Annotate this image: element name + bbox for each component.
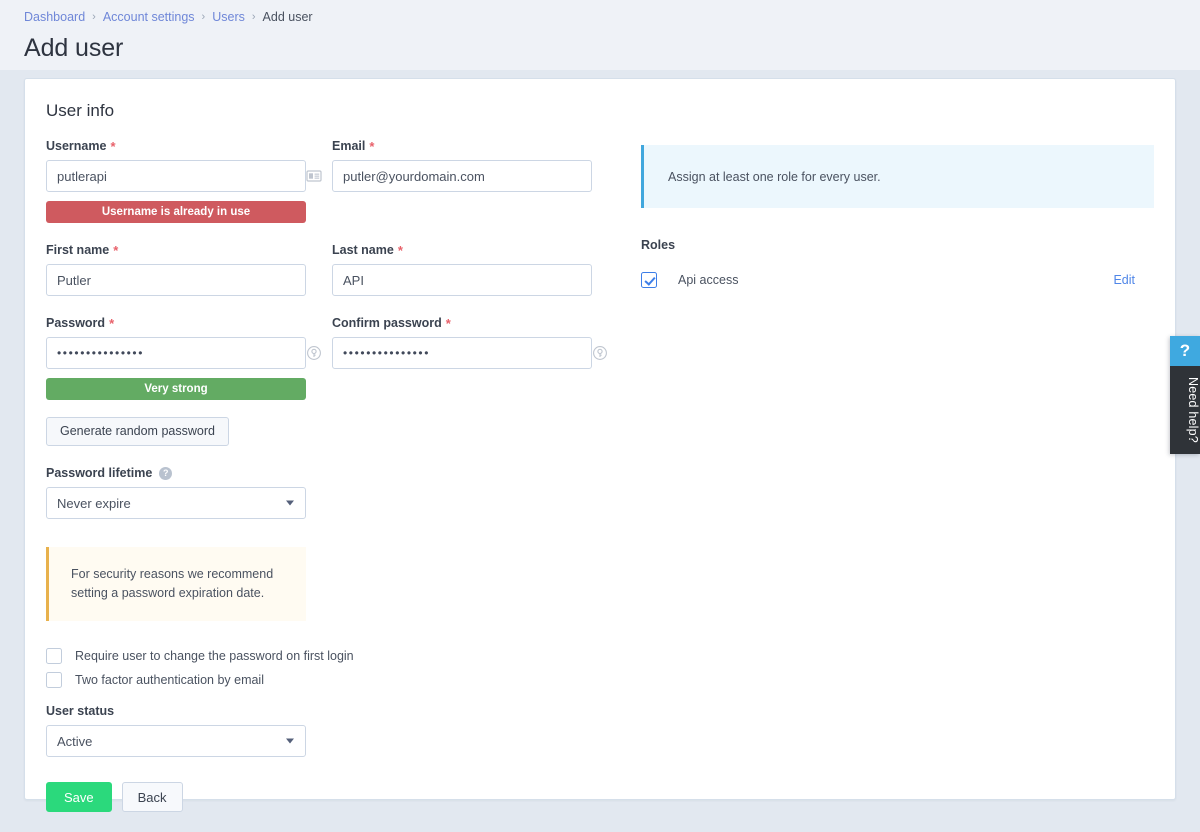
first-name-label: First name *	[46, 243, 331, 257]
checkbox-label: Two factor authentication by email	[75, 673, 264, 687]
breadcrumb-separator-icon: ›	[251, 11, 256, 23]
form-actions: Save Back	[25, 757, 1175, 812]
required-asterisk: *	[397, 242, 403, 258]
generate-key-icon[interactable]	[306, 345, 322, 361]
last-name-input[interactable]: API	[332, 264, 592, 296]
last-name-field-group: Last name * API	[332, 243, 617, 296]
page-title: Add user	[24, 34, 124, 62]
contact-card-icon[interactable]	[306, 168, 322, 184]
user-status-label-text: User status	[46, 704, 115, 718]
first-name-label-text: First name	[46, 243, 110, 257]
password-input[interactable]: •••••••••••••••	[46, 337, 306, 369]
confirm-password-input-wrap: •••••••••••••••	[332, 337, 617, 369]
password-field-group: Password * ••••••••••••••• Very strong	[46, 316, 331, 400]
confirm-password-input[interactable]: •••••••••••••••	[332, 337, 592, 369]
username-label: Username *	[46, 139, 331, 153]
password-lifetime-label: Password lifetime ?	[46, 466, 331, 480]
breadcrumb-item-add-user: Add user	[262, 10, 313, 24]
email-input[interactable]: putler@yourdomain.com	[332, 160, 592, 192]
back-button[interactable]: Back	[121, 782, 183, 812]
confirm-password-label: Confirm password *	[332, 316, 617, 330]
confirm-password-field-group: Confirm password * •••••••••••••••	[332, 316, 617, 369]
two-factor-auth-checkbox[interactable]	[46, 672, 62, 688]
breadcrumb: Dashboard › Account settings › Users › A…	[24, 8, 1200, 26]
roles-panel: Assign at least one role for every user.…	[617, 139, 1154, 757]
required-asterisk: *	[369, 138, 375, 154]
breadcrumb-item-account-settings[interactable]: Account settings	[103, 8, 195, 26]
required-asterisk: *	[110, 138, 116, 154]
username-error-banner: Username is already in use	[46, 201, 306, 223]
breadcrumb-separator-icon: ›	[201, 11, 206, 23]
role-name-label: Api access	[678, 273, 739, 287]
question-mark-icon[interactable]: ?	[1170, 336, 1200, 366]
email-label: Email *	[332, 139, 617, 153]
password-lifetime-select[interactable]: Never expire	[46, 487, 306, 519]
checkbox-label: Require user to change the password on f…	[75, 649, 354, 663]
password-lifetime-field-group: Password lifetime ? Never expire	[46, 466, 331, 519]
password-lifetime-value: Never expire	[57, 495, 131, 511]
role-list-item: Api access Edit	[641, 272, 1154, 288]
first-name-field-group: First name * Putler	[46, 243, 331, 296]
last-name-label-text: Last name	[332, 243, 394, 257]
user-status-select[interactable]: Active	[46, 725, 306, 757]
password-lifetime-label-text: Password lifetime	[46, 466, 153, 480]
user-form: Username * putlerapi Username is already…	[25, 121, 1175, 757]
require-password-change-checkbox[interactable]	[46, 648, 62, 664]
last-name-label: Last name *	[332, 243, 617, 257]
user-status-value: Active	[57, 733, 93, 749]
password-input-wrap: •••••••••••••••	[46, 337, 331, 369]
password-label: Password *	[46, 316, 331, 330]
username-field-group: Username * putlerapi Username is already…	[46, 139, 331, 223]
save-button[interactable]: Save	[46, 782, 112, 812]
required-asterisk: *	[113, 242, 119, 258]
user-status-label: User status	[46, 704, 331, 718]
security-notice-callout: For security reasons we recommend settin…	[46, 547, 306, 621]
roles-info-callout: Assign at least one role for every user.	[641, 145, 1154, 208]
roles-heading: Roles	[641, 238, 676, 252]
breadcrumb-separator-icon: ›	[92, 11, 96, 23]
breadcrumb-item-dashboard[interactable]: Dashboard	[24, 8, 85, 26]
username-input[interactable]: putlerapi	[46, 160, 306, 192]
email-field-group: Email * putler@yourdomain.com	[332, 139, 617, 192]
first-name-input[interactable]: Putler	[46, 264, 306, 296]
confirm-password-label-text: Confirm password	[332, 316, 442, 330]
generate-random-password-button[interactable]: Generate random password	[46, 417, 229, 446]
card-title: User info	[46, 101, 115, 120]
need-help-label[interactable]: Need help?	[1170, 366, 1200, 454]
required-asterisk: *	[109, 315, 115, 331]
user-info-card: User info Username * putlerapi Username …	[24, 78, 1176, 812]
page-header: Dashboard › Account settings › Users › A…	[0, 0, 1200, 70]
form-column-left: Username * putlerapi Username is already…	[46, 139, 354, 757]
password-label-text: Password	[46, 316, 106, 330]
need-help-widget[interactable]: ? Need help?	[1170, 336, 1200, 454]
password-strength-bar: Very strong	[46, 378, 306, 400]
required-asterisk: *	[445, 315, 451, 331]
chevron-down-icon	[286, 500, 294, 506]
generate-key-icon[interactable]	[592, 345, 608, 361]
breadcrumb-item-users[interactable]: Users	[212, 8, 245, 26]
help-circle-icon[interactable]: ?	[159, 466, 173, 480]
role-edit-link[interactable]: Edit	[1113, 273, 1135, 287]
form-column-middle: Email * putler@yourdomain.com Last name …	[332, 139, 617, 757]
role-api-access-checkbox[interactable]	[641, 272, 657, 288]
user-status-field-group: User status Active	[46, 704, 331, 757]
username-label-text: Username	[46, 139, 107, 153]
email-label-text: Email	[332, 139, 366, 153]
username-input-wrap: putlerapi	[46, 160, 331, 192]
chevron-down-icon	[286, 738, 294, 744]
